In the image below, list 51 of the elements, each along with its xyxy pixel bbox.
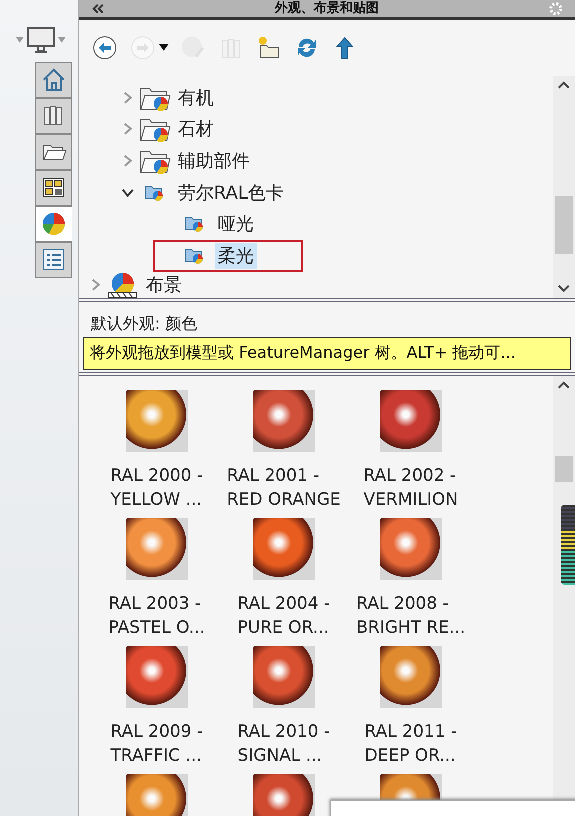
swatch-thumbnail[interactable] — [253, 518, 315, 580]
swatch-thumbnail[interactable] — [380, 518, 442, 580]
layout-tab[interactable] — [36, 170, 72, 206]
swatch-thumbnail[interactable] — [126, 518, 188, 580]
collapse-icon[interactable] — [91, 2, 105, 16]
swatch-name: RAL 2001 - RED ORANGE — [227, 465, 341, 512]
caret-icon[interactable] — [159, 44, 169, 52]
tree-item[interactable]: 有机 — [175, 84, 217, 111]
scrollbar-thumb[interactable] — [555, 456, 573, 482]
library-icon — [185, 215, 205, 234]
tree-item[interactable]: 辅助部件 — [175, 148, 253, 174]
swatch-name: RAL 2010 - SIGNAL ... — [238, 721, 330, 768]
tree-item[interactable]: 哑光 — [215, 211, 257, 238]
swatch-thumbnail[interactable] — [126, 390, 188, 452]
swatch-thumbnail[interactable] — [380, 390, 442, 452]
swatch-name: RAL 2004 - PURE OR... — [238, 593, 330, 640]
tree-item[interactable]: 劳尔RAL色卡 — [175, 180, 288, 206]
swatch-thumbnail[interactable] — [126, 646, 188, 708]
swatch-thumbnail[interactable] — [253, 390, 315, 452]
swatch-name: RAL 2003 - PASTEL O... — [108, 593, 206, 640]
panel-title: 外观、布景和贴图 — [275, 2, 379, 16]
scrollbar[interactable] — [553, 76, 575, 298]
swatch-name: RAL 2009 - TRAFFIC ... — [110, 721, 204, 768]
swatch-name: RAL 2011 - DEEP OR... — [364, 721, 458, 768]
home-tab[interactable] — [36, 62, 72, 98]
library-icon — [145, 184, 165, 202]
swatch-thumbnail[interactable] — [253, 646, 315, 708]
scroll-up-icon[interactable] — [558, 380, 570, 390]
tooltip: 将外观拖放到模型或 FeatureManager 树。ALT+ 拖动可... — [83, 337, 571, 370]
tree-item[interactable]: 石材 — [175, 116, 217, 142]
list-tab[interactable] — [36, 242, 72, 278]
scrollbar-thumb[interactable] — [555, 196, 573, 254]
swatch-thumbnail[interactable] — [380, 646, 442, 708]
books-tab[interactable] — [36, 98, 72, 134]
scene-icon — [107, 272, 139, 298]
back-icon[interactable] — [91, 34, 119, 62]
list-icon — [40, 247, 66, 273]
library-icon — [185, 247, 205, 266]
swatch-name: RAL 2008 - BRIGHT RE... — [356, 593, 466, 640]
monitor-icon[interactable] — [26, 26, 56, 54]
ball-icon — [41, 211, 67, 237]
tree-item[interactable]: 柔光 — [215, 243, 257, 270]
ball-tab[interactable] — [36, 206, 72, 242]
home-icon — [40, 67, 66, 93]
folder-tab[interactable] — [36, 134, 72, 170]
tree-item[interactable]: 布景 — [143, 272, 185, 298]
swatch-name: RAL 2002 - VERMILION — [364, 465, 458, 512]
scroll-down-icon[interactable] — [558, 284, 570, 294]
appearance-label: 默认外观: 颜色 — [90, 314, 198, 335]
scroll-up-icon[interactable] — [558, 80, 570, 90]
swatch-name: RAL 2000 - YELLOW ... — [110, 465, 204, 512]
